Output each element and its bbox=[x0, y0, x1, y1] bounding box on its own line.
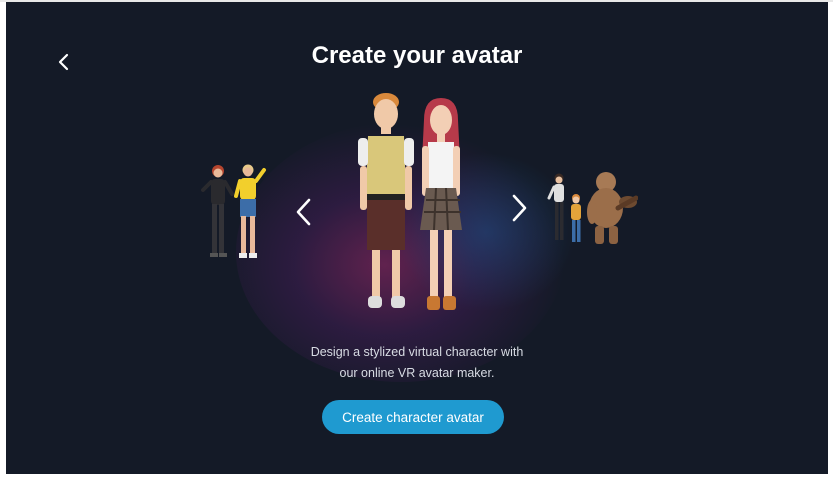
avatar-creator-screen: Create your avatar Design a stylized vir… bbox=[6, 2, 828, 474]
avatar-man-yellow-shirt bbox=[234, 164, 266, 258]
carousel-next-button[interactable] bbox=[504, 188, 534, 228]
avatar-troll-creature bbox=[587, 172, 638, 244]
slide-right-avatars[interactable] bbox=[546, 168, 638, 248]
chevron-right-icon bbox=[512, 194, 527, 222]
avatar-woman-dark-outfit bbox=[547, 173, 564, 240]
avatar-woman-red-hair bbox=[201, 165, 234, 257]
create-character-avatar-button[interactable]: Create character avatar bbox=[322, 400, 504, 434]
avatar-child-orange bbox=[571, 194, 581, 242]
slide-left-avatars[interactable] bbox=[194, 158, 274, 264]
slide-center-avatars[interactable] bbox=[346, 90, 476, 328]
description-line-2: our online VR avatar maker. bbox=[339, 366, 495, 380]
description-text: Design a stylized virtual character with… bbox=[6, 342, 828, 384]
avatar-woman-red-hair bbox=[420, 98, 462, 310]
avatar-man-yellow-vest bbox=[358, 93, 414, 308]
chevron-left-icon bbox=[296, 198, 311, 226]
page-title: Create your avatar bbox=[311, 42, 523, 69]
carousel-prev-button[interactable] bbox=[289, 192, 319, 232]
description-line-1: Design a stylized virtual character with bbox=[310, 345, 524, 359]
